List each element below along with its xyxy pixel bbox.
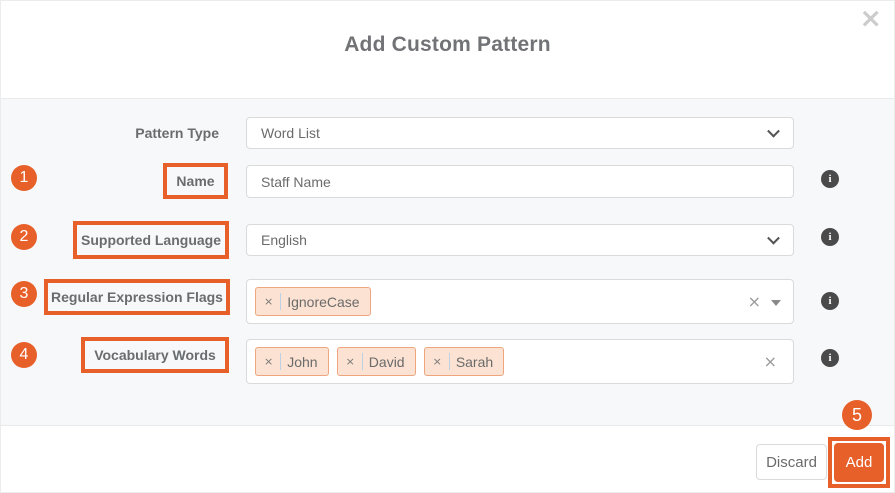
remove-tag-icon[interactable]: ×: [433, 355, 442, 368]
tag-david: × David: [337, 347, 416, 376]
add-button-highlight-box: Add: [828, 437, 890, 488]
step-badge-2: 2: [11, 224, 37, 250]
supported-language-label: Supported Language: [73, 221, 229, 259]
supported-language-value: English: [261, 232, 307, 248]
vocabulary-words-multiselect[interactable]: × John × David × Sarah ×: [246, 339, 794, 384]
pattern-type-value: Word List: [261, 125, 320, 141]
chevron-down-icon: [767, 125, 780, 138]
page-title: Add Custom Pattern: [1, 33, 894, 57]
tag-divider: [362, 353, 363, 370]
pattern-type-select[interactable]: Word List: [246, 117, 794, 149]
tag-label: John: [287, 354, 317, 370]
tag-divider: [280, 293, 281, 310]
info-icon[interactable]: i: [821, 170, 839, 188]
regex-flags-label: Regular Expression Flags: [44, 279, 230, 315]
vocabulary-words-label: Vocabulary Words: [81, 337, 229, 373]
tag-label: IgnoreCase: [287, 294, 359, 310]
tag-sarah: × Sarah: [424, 347, 505, 376]
tag-john: × John: [255, 347, 329, 376]
tag-label: Sarah: [456, 354, 493, 370]
tag-ignorecase: × IgnoreCase: [255, 287, 371, 316]
step-badge-1: 1: [11, 165, 37, 191]
form-section: Pattern Type Word List 1 Name Staff Name…: [1, 98, 895, 426]
remove-tag-icon[interactable]: ×: [346, 355, 355, 368]
discard-button[interactable]: Discard: [756, 444, 827, 480]
info-icon[interactable]: i: [821, 292, 839, 310]
name-label: Name: [163, 163, 228, 199]
remove-tag-icon[interactable]: ×: [264, 355, 273, 368]
info-icon[interactable]: i: [821, 228, 839, 246]
tag-list: × John × David × Sarah: [255, 347, 504, 376]
add-custom-pattern-modal: Add Custom Pattern × Pattern Type Word L…: [0, 0, 895, 493]
tag-list: × IgnoreCase: [255, 287, 371, 316]
step-badge-5: 5: [842, 400, 872, 430]
remove-tag-icon[interactable]: ×: [264, 295, 273, 308]
regex-flags-multiselect[interactable]: × IgnoreCase ×: [246, 279, 794, 324]
caret-down-icon[interactable]: [771, 300, 781, 306]
pattern-type-label: Pattern Type: [1, 117, 219, 149]
step-badge-3: 3: [11, 281, 37, 307]
tag-divider: [449, 353, 450, 370]
chevron-down-icon: [767, 232, 780, 245]
tag-divider: [280, 353, 281, 370]
name-value: Staff Name: [261, 174, 331, 190]
modal-footer: Discard Add: [1, 426, 895, 493]
clear-all-icon[interactable]: ×: [764, 340, 777, 383]
tag-label: David: [369, 354, 405, 370]
info-icon[interactable]: i: [821, 349, 839, 367]
close-icon[interactable]: ×: [859, 3, 882, 35]
clear-all-icon[interactable]: ×: [748, 280, 761, 323]
step-badge-4: 4: [11, 342, 37, 368]
name-input[interactable]: Staff Name: [246, 165, 794, 198]
supported-language-select[interactable]: English: [246, 224, 794, 256]
add-button[interactable]: Add: [834, 443, 884, 482]
